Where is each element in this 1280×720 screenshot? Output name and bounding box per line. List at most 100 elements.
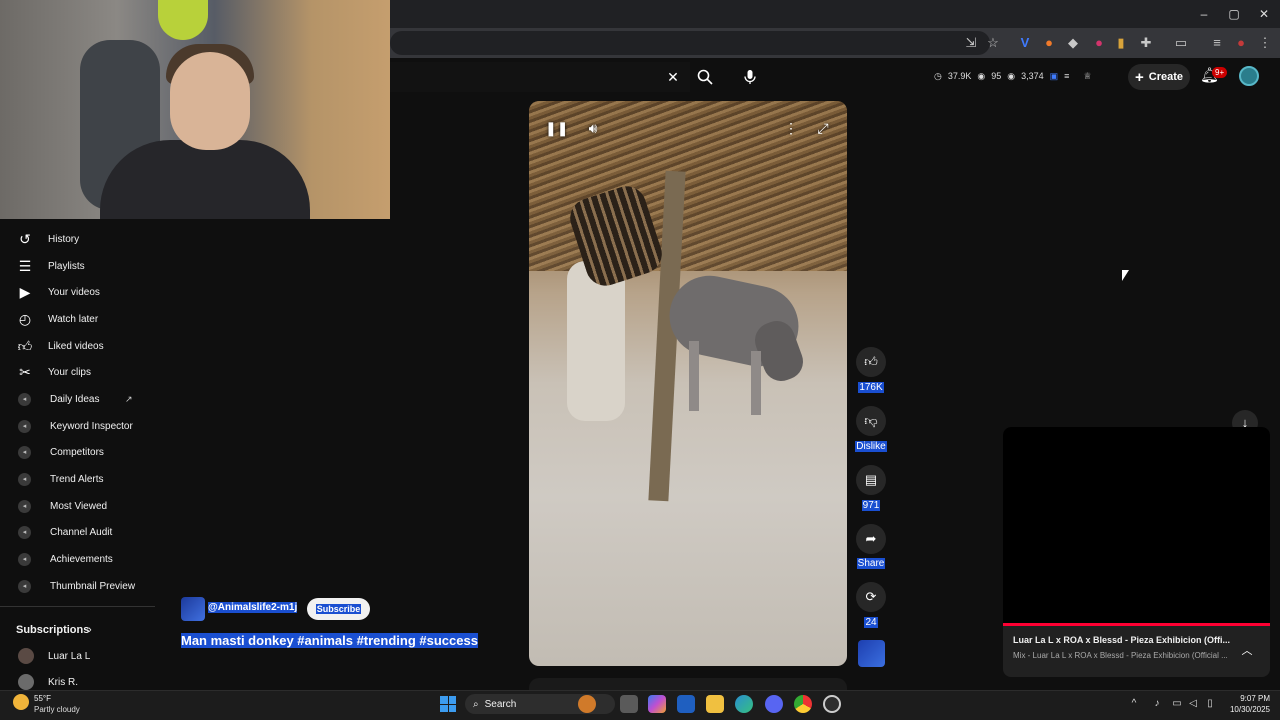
extension-fox-icon[interactable]: ● [1040,34,1058,52]
sidebar-item-your-videos[interactable]: ▶ Your videos [0,279,155,305]
sidebar-item-history[interactable]: ↺ History [0,226,155,252]
volume-icon[interactable]: ◁ [1186,697,1200,711]
windows-logo-pane [448,696,456,704]
weather-icon[interactable] [13,694,29,710]
sidebar-item-keyword-inspector[interactable]: ◂ Keyword Inspector [0,413,155,439]
comments-count: 971 [846,500,896,511]
chrome-icon[interactable] [794,695,812,713]
file-explorer-icon[interactable] [706,695,724,713]
network-icon[interactable]: ▭ [1170,697,1184,711]
pause-icon[interactable]: ❚❚ [545,118,568,138]
copilot-icon[interactable] [648,695,666,713]
obs-icon[interactable] [823,695,841,713]
volume-icon[interactable]: 🔊︎ [583,118,603,138]
sidebar-item-achievements[interactable]: ◂ Achievements [0,546,155,572]
bookmark-star-icon[interactable]: ☆ [984,34,1002,52]
create-button[interactable]: + Create [1128,64,1190,90]
donkey-leg [751,351,761,415]
eye-icon: ◉ [977,70,986,81]
search-glyph [697,69,713,85]
subscribers-count: 3,374 [1021,71,1044,81]
sidebar-item-liked-videos[interactable]: 👍︎ Liked videos [0,333,155,359]
widget-app-icon[interactable] [578,695,596,713]
extension-tv-icon[interactable]: V [1016,34,1034,52]
discord-icon[interactable] [765,695,783,713]
weather-description[interactable]: Partly cloudy [34,705,80,714]
browser-menu-icon[interactable]: ⋮ [1256,34,1274,52]
sidebar-item-thumbnail-preview[interactable]: ◂ Thumbnail Preview [0,573,155,599]
thumbs-up-icon: 👍︎ [864,354,878,369]
man-trousers [567,261,625,421]
tab-search-icon[interactable]: ▭ [1172,34,1190,52]
sidebar-item-label: Thumbnail Preview [50,580,136,592]
extension-icon: ◂ [18,472,31,486]
task-view-icon[interactable] [620,695,638,713]
microphone-icon[interactable]: ♪ [1150,697,1164,711]
miniplayer-subtitle: Mix - Luar La L x ROA x Blessd - Pieza E… [1013,651,1228,660]
fullscreen-icon[interactable]: ⤢ [813,118,833,138]
channel-name[interactable]: @Animalslife2-m1j [208,602,298,613]
clock-date[interactable]: 10/30/2025 [1220,705,1270,714]
remix-button[interactable]: ⟳ [856,582,886,612]
clock-time[interactable]: 9:07 PM [1230,694,1270,703]
sidebar-item-channel-audit[interactable]: ◂ Channel Audit [0,519,155,545]
install-app-icon[interactable]: ⇲ [962,34,980,52]
search-icon[interactable] [692,64,718,90]
clear-search-icon[interactable]: ✕ [662,64,684,90]
sidebar-item-your-clips[interactable]: ✂ Your clips [0,359,155,385]
comments-button[interactable]: ▤ [856,465,886,495]
extensions-puzzle-icon[interactable]: ✚ [1137,34,1155,52]
dislike-button[interactable]: 👎︎ [856,406,886,436]
channel-avatar[interactable] [181,597,205,621]
address-bar[interactable] [390,31,990,55]
share-button[interactable]: ➦ [856,524,886,554]
plush-toy [158,0,208,40]
outlook-icon[interactable] [677,695,695,713]
voice-search-icon[interactable] [737,64,763,90]
sidebar-item-label: Your videos [48,286,100,298]
miniplayer-progress-bar[interactable] [1003,623,1270,626]
sidebar-item-label: Liked videos [48,340,104,352]
short-title[interactable]: Man masti donkey #animals #trending #suc… [181,633,478,648]
sidebar-item-playlists[interactable]: ☰ Playlists [0,253,155,279]
close-window-icon[interactable]: ✕ [1256,6,1272,22]
miniplayer-title[interactable]: Luar La L x ROA x Blessd - Pieza Exhibic… [1013,635,1233,645]
miniplayer-video[interactable] [1003,427,1270,623]
sidebar-item-watch-later[interactable]: ◴ Watch later [0,306,155,332]
maximize-icon[interactable]: ▢ [1226,6,1242,22]
subscribe-button[interactable]: Subscribe [307,598,370,620]
extension-blocked-icon[interactable]: ● [1090,34,1108,52]
start-button[interactable] [440,696,456,712]
account-avatar[interactable] [1239,66,1259,86]
miniplayer[interactable]: Luar La L x ROA x Blessd - Pieza Exhibic… [1003,427,1270,677]
media-control-icon[interactable]: ≡ [1208,34,1226,52]
sidebar-item-daily-ideas[interactable]: ◂ Daily Ideas ↗ [0,386,155,412]
chevron-up-icon[interactable]: ^ [1127,697,1141,711]
profile-icon[interactable]: ● [1232,34,1250,52]
sidebar-item-competitors[interactable]: ◂ Competitors [0,439,155,465]
sidebar-item-most-viewed[interactable]: ◂ Most Viewed [0,493,155,519]
extension-lock-icon[interactable]: ▮ [1112,34,1130,52]
weather-temp[interactable]: 55°F [34,694,51,703]
extension-diamond-icon[interactable]: ◆ [1064,34,1082,52]
like-button[interactable]: 👍︎ [856,347,886,377]
sidebar-item-label: Playlists [48,260,85,272]
streamer-face [170,52,250,150]
windows-taskbar [0,690,1280,720]
chevron-up-icon[interactable]: ︿ [1239,643,1255,659]
trophy-icon[interactable]: ♕ [1083,71,1091,82]
short-video-player[interactable] [529,101,847,666]
subscriptions-heading[interactable]: Subscriptions › [0,617,155,643]
sidebar-item-trend-alerts[interactable]: ◂ Trend Alerts [0,466,155,492]
channel-stats: ◷ 37.9K ◉ 95 ◉ 3,374 ▣ ≡ ♕ [934,66,1092,86]
sidebar-item-label: Your clips [48,366,91,378]
search-input[interactable] [390,62,690,92]
edge-icon[interactable] [735,695,753,713]
minimize-icon[interactable]: – [1196,6,1212,22]
menu-lines-icon[interactable]: ≡ [1064,71,1069,81]
more-options-icon[interactable]: ⋮ [781,118,801,138]
sound-thumbnail[interactable] [858,640,885,667]
subscription-item[interactable]: Luar La L [0,643,155,669]
battery-icon[interactable]: ▯ [1203,697,1217,711]
extension-badge-icon[interactable]: ▣ [1050,71,1059,82]
